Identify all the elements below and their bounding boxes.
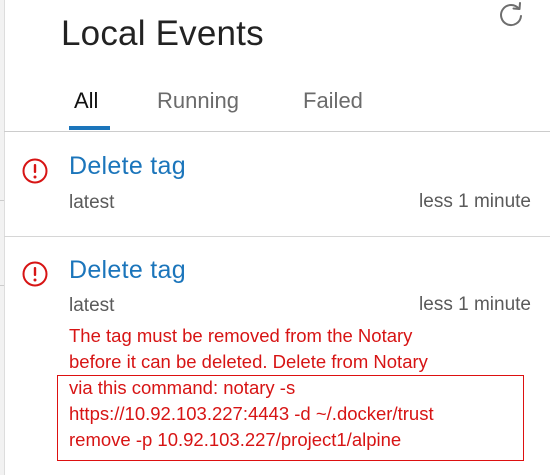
tabs-divider (4, 131, 550, 132)
event-divider (4, 236, 550, 237)
local-events-panel: Local Events All Running Failed Delete t… (0, 0, 550, 475)
refresh-icon (500, 2, 522, 27)
refresh-button[interactable] (496, 0, 526, 28)
tab-running[interactable]: Running (157, 88, 239, 114)
left-edge-divider (0, 285, 4, 286)
panel-left-edge (0, 0, 5, 475)
event-timestamp: less 1 minute (419, 294, 531, 315)
error-circle-icon (22, 261, 48, 287)
tab-failed[interactable]: Failed (303, 88, 363, 114)
page-title: Local Events (61, 14, 264, 53)
event-tag-name: latest (69, 192, 115, 213)
error-text-line: before it can be deleted. Delete from No… (69, 351, 428, 372)
event-title-link[interactable]: Delete tag (69, 256, 186, 285)
command-highlight-box (57, 375, 524, 461)
left-edge-divider (0, 200, 4, 201)
event-tag-name: latest (69, 295, 115, 316)
active-tab-indicator (69, 126, 110, 130)
tab-bar: All Running Failed (0, 88, 550, 132)
error-text-line: The tag must be removed from the Notary (69, 325, 413, 346)
event-title-link[interactable]: Delete tag (69, 152, 186, 181)
event-timestamp: less 1 minute (419, 191, 531, 212)
tab-all[interactable]: All (74, 88, 98, 114)
error-circle-icon (22, 158, 48, 184)
